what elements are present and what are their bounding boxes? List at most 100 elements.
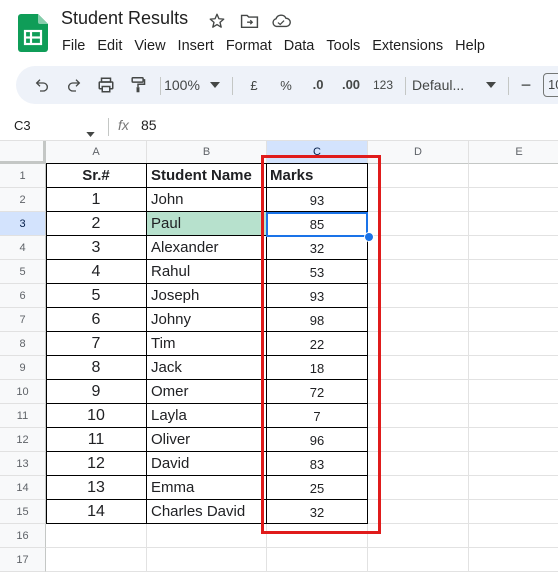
empty-cell[interactable] [469,548,558,572]
empty-cell[interactable] [368,404,469,428]
row-header[interactable]: 9 [0,356,46,380]
empty-cell[interactable] [368,380,469,404]
row-header[interactable]: 13 [0,452,46,476]
empty-cell[interactable] [469,356,558,380]
cell-student-name[interactable]: David [147,452,267,476]
empty-cell[interactable] [469,476,558,500]
cell-student-name[interactable]: Joseph [147,284,267,308]
empty-cell[interactable] [469,332,558,356]
row-header[interactable]: 3 [0,212,46,236]
cell-student-name[interactable]: Jack [147,356,267,380]
decrease-decimal-button[interactable]: .0 [305,66,331,104]
font-family-select[interactable]: Defaul... [412,66,478,104]
column-header-d[interactable]: D [368,141,469,164]
undo-icon[interactable] [28,66,56,104]
font-size-input[interactable]: 10 [541,66,558,104]
empty-cell[interactable] [469,188,558,212]
empty-cell[interactable] [368,356,469,380]
empty-cell[interactable] [46,548,147,572]
cell-sr[interactable]: 6 [46,308,147,332]
empty-cell[interactable] [469,500,558,524]
empty-cell[interactable] [469,164,558,188]
cell-sr[interactable]: 14 [46,500,147,524]
column-header-e[interactable]: E [469,141,558,164]
redo-icon[interactable] [60,66,88,104]
cell-student-name[interactable]: Johny [147,308,267,332]
empty-cell[interactable] [368,284,469,308]
zoom-select[interactable]: 100% [162,66,202,104]
cell-sr[interactable]: 3 [46,236,147,260]
empty-cell[interactable] [469,380,558,404]
cell-sr[interactable]: 1 [46,188,147,212]
menu-help[interactable]: Help [449,36,491,56]
increase-decimal-button[interactable]: .00 [337,66,365,104]
menu-edit[interactable]: Edit [91,36,128,56]
empty-cell[interactable] [469,524,558,548]
row-header[interactable]: 4 [0,236,46,260]
column-header-a[interactable]: A [46,141,147,164]
empty-cell[interactable] [469,284,558,308]
empty-cell[interactable] [469,236,558,260]
row-header[interactable]: 6 [0,284,46,308]
empty-cell[interactable] [469,404,558,428]
row-header[interactable]: 15 [0,500,46,524]
menu-tools[interactable]: Tools [320,36,366,56]
empty-cell[interactable] [368,308,469,332]
row-header[interactable]: 8 [0,332,46,356]
menu-file[interactable]: File [56,36,91,56]
empty-cell[interactable] [368,236,469,260]
header-cell-student-name[interactable]: Student Name [147,164,267,188]
empty-cell[interactable] [368,260,469,284]
row-header[interactable]: 11 [0,404,46,428]
star-icon[interactable] [206,10,228,32]
cell-sr[interactable]: 8 [46,356,147,380]
document-title[interactable]: Student Results [61,8,188,29]
row-header[interactable]: 12 [0,428,46,452]
cell-student-name[interactable]: Omer [147,380,267,404]
empty-cell[interactable] [368,212,469,236]
cell-student-name[interactable]: Layla [147,404,267,428]
empty-cell[interactable] [469,428,558,452]
empty-cell[interactable] [368,164,469,188]
menu-data[interactable]: Data [278,36,321,56]
empty-cell[interactable] [147,548,267,572]
cell-sr[interactable]: 7 [46,332,147,356]
cell-student-name[interactable]: Alexander [147,236,267,260]
cell-sr[interactable]: 12 [46,452,147,476]
paint-format-icon[interactable] [124,66,152,104]
row-header[interactable]: 10 [0,380,46,404]
empty-cell[interactable] [368,188,469,212]
cell-sr[interactable]: 10 [46,404,147,428]
cell-sr[interactable]: 4 [46,260,147,284]
cell-student-name[interactable]: John [147,188,267,212]
row-header[interactable]: 16 [0,524,46,548]
menu-format[interactable]: Format [220,36,278,56]
formula-input[interactable]: 85 [141,117,157,133]
empty-cell[interactable] [469,212,558,236]
row-header[interactable]: 7 [0,308,46,332]
header-cell-sr[interactable]: Sr.# [46,164,147,188]
cell-sr[interactable]: 5 [46,284,147,308]
empty-cell[interactable] [368,452,469,476]
cloud-status-icon[interactable] [270,10,292,32]
empty-cell[interactable] [46,524,147,548]
row-header[interactable]: 2 [0,188,46,212]
select-all-corner[interactable] [0,141,46,164]
cell-sr[interactable]: 9 [46,380,147,404]
decrease-font-size-button[interactable]: − [516,66,536,104]
percent-format-button[interactable]: % [274,66,298,104]
empty-cell[interactable] [368,476,469,500]
row-header[interactable]: 17 [0,548,46,572]
print-icon[interactable] [92,66,120,104]
column-header-b[interactable]: B [147,141,267,164]
cell-student-name[interactable]: Rahul [147,260,267,284]
cell-sr[interactable]: 11 [46,428,147,452]
cell-student-name[interactable]: Charles David [147,500,267,524]
cell-student-name[interactable]: Tim [147,332,267,356]
cell-student-name[interactable]: Paul [147,212,267,236]
sheets-logo-icon[interactable] [18,14,48,52]
empty-cell[interactable] [368,548,469,572]
empty-cell[interactable] [368,500,469,524]
menu-extensions[interactable]: Extensions [366,36,449,56]
cell-sr[interactable]: 13 [46,476,147,500]
